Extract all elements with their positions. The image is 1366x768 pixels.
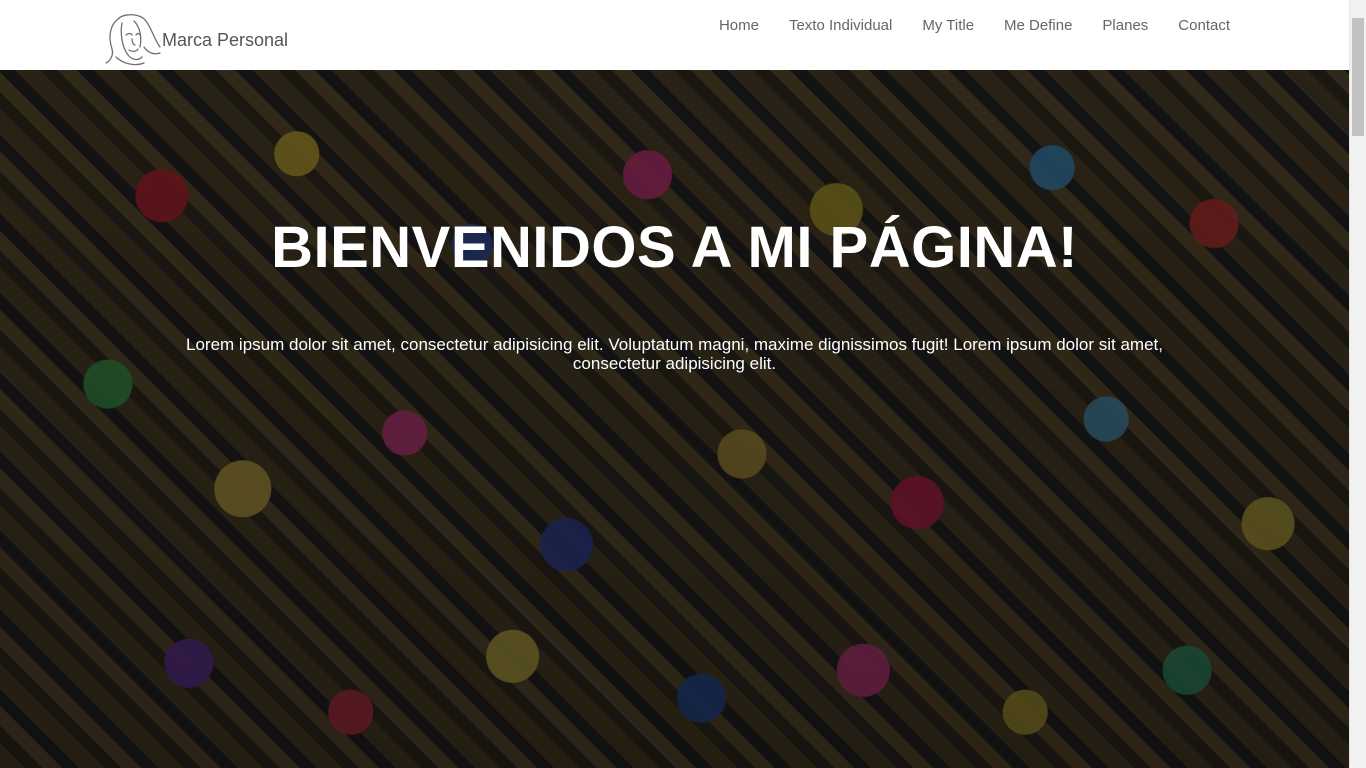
nav-item-planes: Planes [1102,17,1148,35]
page-scrollbar[interactable] [1349,0,1366,768]
nav-link-planes[interactable]: Planes [1102,17,1148,34]
main-nav: Home Texto Individual My Title Me Define… [689,17,1230,35]
hero-section: BIENVENIDOS A MI PÁGINA! Lorem ipsum dol… [0,70,1349,768]
scrollbar-thumb[interactable] [1352,18,1364,136]
nav-link-home[interactable]: Home [719,17,759,34]
nav-item-home: Home [719,17,759,35]
nav-link-my-title[interactable]: My Title [922,17,974,34]
brand-link[interactable]: Marca Personal [104,13,288,67]
hero-title: BIENVENIDOS A MI PÁGINA! [271,215,1078,280]
face-line-art-logo-icon [105,14,161,66]
nav-link-contact[interactable]: Contact [1178,17,1230,34]
brand-name: Marca Personal [162,29,289,50]
nav-item-me-define: Me Define [1004,17,1072,35]
nav-link-texto-individual[interactable]: Texto Individual [789,17,892,34]
nav-item-contact: Contact [1178,17,1230,35]
nav-link-me-define[interactable]: Me Define [1004,17,1072,34]
nav-item-texto-individual: Texto Individual [789,17,892,35]
hero-text: Lorem ipsum dolor sit amet, consectetur … [186,335,1163,373]
site-header: Marca Personal Home Texto Individual My … [0,0,1349,70]
page: Marca Personal Home Texto Individual My … [0,0,1366,768]
nav-item-my-title: My Title [922,17,974,35]
